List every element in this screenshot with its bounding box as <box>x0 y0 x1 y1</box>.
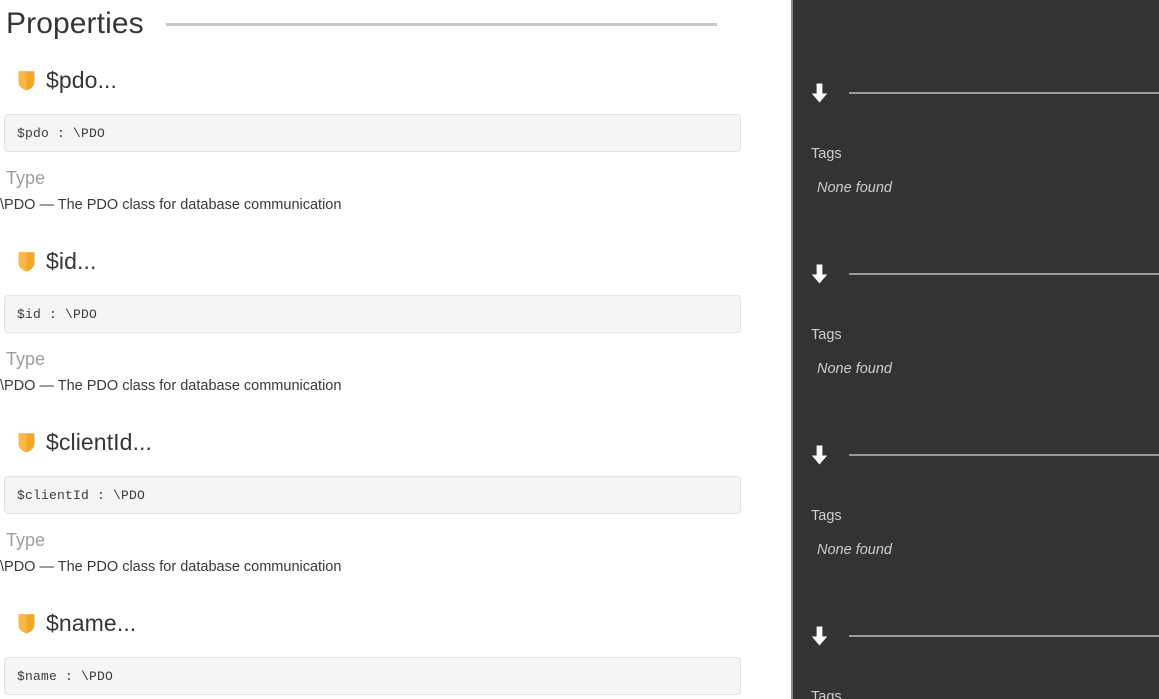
tags-label: Tags <box>811 689 842 699</box>
tags-list: Tags None found Tags None found Tags Non… <box>793 78 1159 699</box>
tags-value: None found <box>817 180 892 196</box>
property-entry: $clientId... $clientId : \PDO Type \PDO … <box>0 424 791 605</box>
sidebar-divider-rule <box>849 635 1159 637</box>
tags-entry-divider <box>793 621 1159 651</box>
properties-section-header: Properties <box>0 0 791 48</box>
property-list: $pdo... $pdo : \PDO Type \PDO — The PDO … <box>0 62 791 699</box>
page-title: Properties <box>6 7 144 40</box>
sidebar-divider-rule <box>849 454 1159 456</box>
property-name: $clientId... <box>46 428 153 455</box>
property-heading[interactable]: $id... <box>0 243 791 279</box>
property-name: $name... <box>46 609 137 636</box>
tags-label: Tags <box>811 146 842 162</box>
property-entry: $pdo... $pdo : \PDO Type \PDO — The PDO … <box>0 62 791 243</box>
property-heading[interactable]: $pdo... <box>0 62 791 98</box>
shield-icon <box>18 613 35 633</box>
type-description: \PDO — The PDO class for database commun… <box>0 378 342 394</box>
tags-entry-divider <box>793 78 1159 108</box>
property-signature-block: $pdo : \PDO <box>4 114 741 152</box>
shield-icon <box>18 251 35 271</box>
type-label: Type <box>6 168 46 188</box>
property-entry: $name... $name : \PDO Type \PDO — The PD… <box>0 605 791 699</box>
tags-entry: Tags None found <box>793 440 1159 621</box>
tags-entry: Tags None found <box>793 78 1159 259</box>
arrow-down-icon[interactable] <box>810 625 829 647</box>
type-label: Type <box>6 349 46 369</box>
property-name: $pdo... <box>46 66 118 93</box>
property-signature: $name : \PDO <box>17 668 114 684</box>
properties-panel: Properties $pdo... $pdo : \PDO Type \PDO… <box>0 0 791 699</box>
type-description: \PDO — The PDO class for database commun… <box>0 559 342 575</box>
property-signature-block: $id : \PDO <box>4 295 741 333</box>
tags-value: None found <box>817 361 892 377</box>
property-signature: $clientId : \PDO <box>17 487 146 503</box>
tags-label: Tags <box>811 508 842 524</box>
type-description: \PDO — The PDO class for database commun… <box>0 197 342 213</box>
property-signature: $pdo : \PDO <box>17 125 106 141</box>
shield-icon <box>18 432 35 452</box>
sidebar-divider-rule <box>849 273 1159 275</box>
tags-entry-divider <box>793 259 1159 289</box>
arrow-down-icon[interactable] <box>810 82 829 104</box>
tags-value: None found <box>817 542 892 558</box>
arrow-down-icon[interactable] <box>810 263 829 285</box>
tags-label: Tags <box>811 327 842 343</box>
sidebar-divider-rule <box>849 92 1159 94</box>
property-signature-block: $clientId : \PDO <box>4 476 741 514</box>
tags-entry: Tags None found <box>793 621 1159 699</box>
shield-icon <box>18 70 35 90</box>
property-signature-block: $name : \PDO <box>4 657 741 695</box>
tags-sidebar: Tags None found Tags None found Tags Non… <box>791 0 1159 699</box>
property-signature: $id : \PDO <box>17 306 98 322</box>
arrow-down-icon[interactable] <box>810 444 829 466</box>
tags-entry: Tags None found <box>793 259 1159 440</box>
tags-entry-divider <box>793 440 1159 470</box>
property-name: $id... <box>46 247 97 274</box>
property-entry: $id... $id : \PDO Type \PDO — The PDO cl… <box>0 243 791 424</box>
type-label: Type <box>6 530 46 550</box>
property-heading[interactable]: $name... <box>0 605 791 641</box>
header-divider <box>165 22 717 26</box>
property-heading[interactable]: $clientId... <box>0 424 791 460</box>
